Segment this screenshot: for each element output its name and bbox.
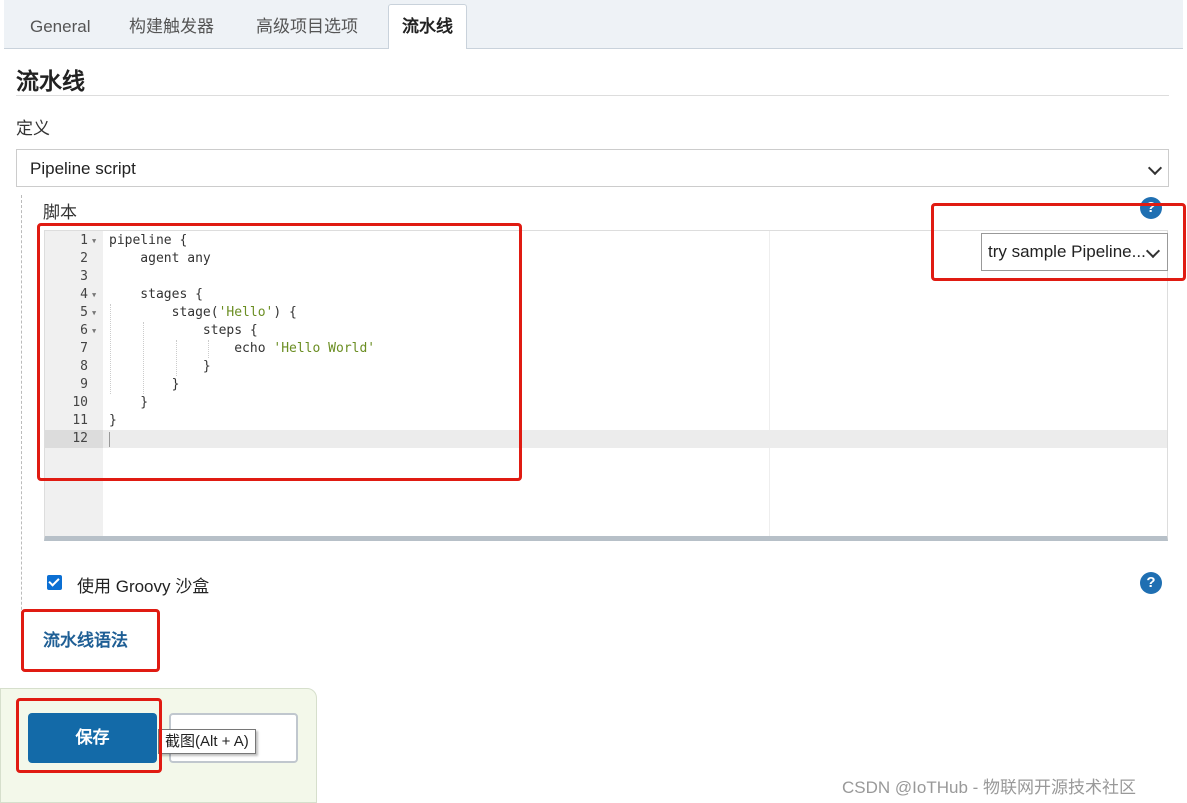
tab-advanced-project-options[interactable]: 高级项目选项 (243, 8, 371, 46)
groovy-sandbox-label[interactable]: 使用 Groovy 沙盒 (77, 572, 209, 597)
nested-section-indicator (21, 195, 22, 670)
config-tab-bar: General 构建触发器 高级项目选项 流水线 (4, 0, 1183, 49)
help-icon[interactable]: ? (1140, 572, 1162, 594)
annotation-box-save (16, 698, 162, 773)
definition-select-value: Pipeline script (30, 159, 136, 178)
section-divider (16, 95, 1169, 96)
tab-general[interactable]: General (17, 8, 103, 46)
watermark: CSDN @IoTHub - 物联网开源技术社区 (842, 778, 1137, 797)
tab-build-triggers[interactable]: 构建触发器 (116, 8, 227, 46)
annotation-box-sample (931, 203, 1186, 281)
chevron-down-icon (1147, 160, 1163, 176)
annotation-box-script (37, 223, 522, 481)
groovy-sandbox-checkbox[interactable] (47, 575, 62, 590)
script-label: 脚本 (43, 203, 77, 222)
definition-select[interactable]: Pipeline script (16, 149, 1169, 187)
screenshot-tooltip: 截图(Alt + A) (158, 729, 256, 754)
annotation-box-syntax (21, 609, 160, 672)
definition-label: 定义 (16, 119, 50, 138)
tab-pipeline[interactable]: 流水线 (388, 4, 467, 49)
section-title: 流水线 (16, 68, 85, 94)
